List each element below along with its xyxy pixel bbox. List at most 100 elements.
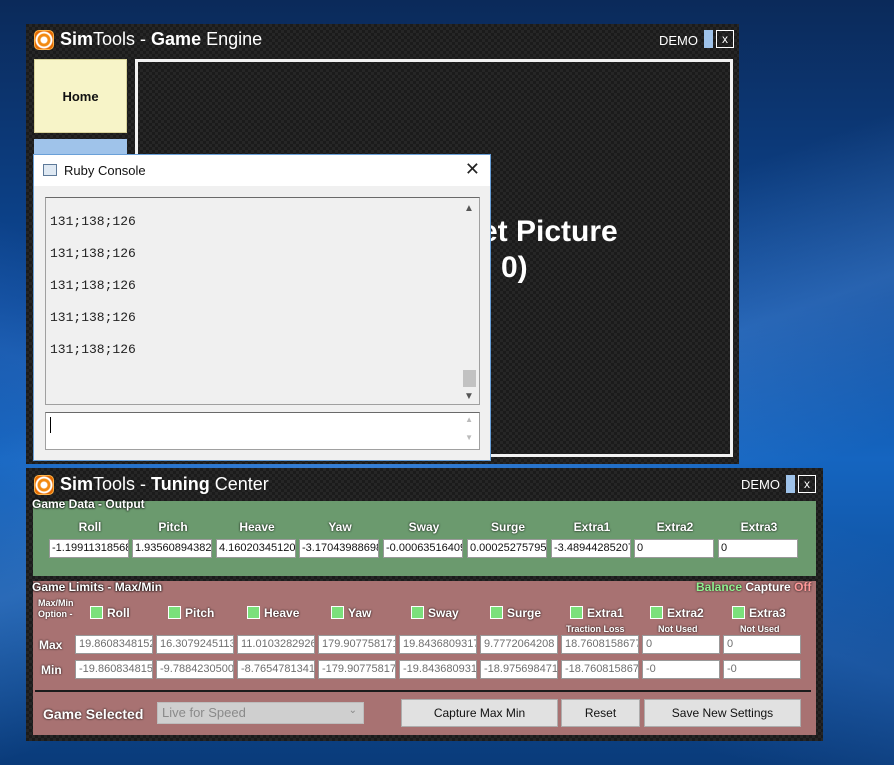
- min-roll[interactable]: -19.860834815: [75, 660, 153, 679]
- col-head-roll: Roll: [78, 520, 102, 534]
- checkbox-yaw[interactable]: [331, 606, 344, 619]
- max-extra3[interactable]: 0: [723, 635, 801, 654]
- balance-label: Balance: [696, 580, 743, 594]
- console-line: 131;138;126: [50, 342, 136, 357]
- checkbox-label-roll: Roll: [107, 606, 130, 620]
- maxmin-option-label-2: Option -: [38, 609, 73, 619]
- limits-section-label: Game Limits - Max/Min: [32, 580, 163, 594]
- title-tuning: Tuning: [151, 474, 210, 494]
- max-roll[interactable]: 19.8608348152: [75, 635, 153, 654]
- checkbox-label-surge: Surge: [507, 606, 542, 620]
- close-icon[interactable]: ✕: [465, 159, 480, 180]
- output-surge[interactable]: 0.00025275795: [467, 539, 547, 558]
- output-sway[interactable]: -0.00063516409: [383, 539, 463, 558]
- input-scroll-up-icon[interactable]: ▲: [465, 415, 473, 424]
- demo-label: DEMO: [741, 477, 780, 492]
- min-sway[interactable]: -19.843680931: [399, 660, 477, 679]
- scroll-down-icon[interactable]: ▼: [464, 391, 474, 402]
- max-yaw[interactable]: 179.907758171: [318, 635, 396, 654]
- game-select-dropdown[interactable]: Live for Speed ⌄: [157, 702, 364, 724]
- title-tools: Tools: [93, 474, 136, 494]
- checkbox-pitch[interactable]: [168, 606, 181, 619]
- console-line: 131;138;126: [50, 310, 136, 325]
- min-heave[interactable]: -8.7654781341: [237, 660, 315, 679]
- max-sway[interactable]: 19.8436809317: [399, 635, 477, 654]
- console-app-icon: [43, 164, 57, 176]
- chevron-down-icon: ⌄: [348, 705, 357, 716]
- console-scrollbar[interactable]: ▲ ▼: [461, 199, 478, 403]
- title-sim: Sim: [60, 474, 94, 494]
- checkbox-extra2[interactable]: [650, 606, 663, 619]
- max-pitch[interactable]: 16.3079245113: [156, 635, 234, 654]
- output-roll[interactable]: -1.19911318568: [49, 539, 129, 558]
- ruby-console-body: 131;138;126 131;138;126 131;138;126 131;…: [34, 186, 490, 460]
- text-caret: [50, 417, 51, 433]
- title-sep: -: [135, 474, 152, 494]
- close-button[interactable]: x: [716, 30, 734, 48]
- game-select-value: Live for Speed: [162, 705, 246, 720]
- balance-capture-status[interactable]: Balance Capture Off: [696, 580, 811, 594]
- min-surge[interactable]: -18.975698471: [480, 660, 558, 679]
- save-new-settings-button[interactable]: Save New Settings: [644, 699, 801, 727]
- col-head-sway: Sway: [408, 520, 440, 534]
- set-picture-text: et Picture 0): [481, 214, 618, 286]
- col-head-extra3: Extra3: [740, 520, 778, 534]
- title-center: Center: [209, 474, 269, 494]
- output-extra3[interactable]: 0: [718, 539, 798, 558]
- extra2-sublabel: Not Used: [658, 624, 698, 634]
- scroll-up-icon[interactable]: ▲: [464, 203, 474, 214]
- checkbox-label-sway: Sway: [428, 606, 459, 620]
- console-line: 131;138;126: [50, 246, 136, 261]
- max-surge[interactable]: 9.7772064208: [480, 635, 558, 654]
- demo-label: DEMO: [659, 33, 698, 48]
- game-selected-label: Game Selected: [43, 706, 144, 722]
- col-head-surge: Surge: [490, 520, 525, 534]
- checkbox-extra1[interactable]: [570, 606, 583, 619]
- min-extra1[interactable]: -18.760815867: [561, 660, 639, 679]
- tuning-title: SimTools - Tuning Center: [34, 474, 269, 495]
- checkbox-roll[interactable]: [90, 606, 103, 619]
- title-engine: Engine: [201, 29, 263, 49]
- set-picture-line1: et Picture: [481, 215, 618, 248]
- checkbox-heave[interactable]: [247, 606, 260, 619]
- reset-button[interactable]: Reset: [561, 699, 640, 727]
- capture-max-min-button[interactable]: Capture Max Min: [401, 699, 558, 727]
- checkbox-sway[interactable]: [411, 606, 424, 619]
- output-extra2[interactable]: 0: [634, 539, 714, 558]
- min-pitch[interactable]: -9.7884230500: [156, 660, 234, 679]
- output-heave[interactable]: 4.16020345120: [216, 539, 296, 558]
- home-button[interactable]: Home: [34, 59, 127, 133]
- output-yaw[interactable]: -3.17043988698: [299, 539, 379, 558]
- maxmin-option-label-1: Max/Min: [38, 598, 74, 608]
- close-button[interactable]: x: [798, 475, 816, 493]
- minimize-button[interactable]: [704, 30, 713, 48]
- min-extra3[interactable]: -0: [723, 660, 801, 679]
- input-scroll-down-icon[interactable]: ▼: [465, 433, 473, 442]
- min-extra2[interactable]: -0: [642, 660, 720, 679]
- col-head-yaw: Yaw: [328, 520, 352, 534]
- output-pitch[interactable]: 1.93560894382: [132, 539, 212, 558]
- max-extra2[interactable]: 0: [642, 635, 720, 654]
- min-yaw[interactable]: -179.90775817: [318, 660, 396, 679]
- checkbox-extra3[interactable]: [732, 606, 745, 619]
- max-row-label: Max: [39, 638, 63, 652]
- console-output[interactable]: 131;138;126 131;138;126 131;138;126 131;…: [45, 197, 480, 405]
- output-extra1[interactable]: -3.48944285207: [551, 539, 631, 558]
- scroll-thumb[interactable]: [463, 370, 476, 387]
- tuning-center-window: SimTools - Tuning Center DEMO x Game Dat…: [26, 468, 823, 741]
- title-sim: Sim: [60, 29, 94, 49]
- minimize-button[interactable]: [786, 475, 795, 493]
- title-sep: -: [135, 29, 152, 49]
- col-head-extra2: Extra2: [656, 520, 694, 534]
- engine-title: SimTools - Game Engine: [34, 29, 262, 50]
- checkbox-label-pitch: Pitch: [185, 606, 215, 620]
- console-input[interactable]: ▲ ▼: [45, 412, 480, 450]
- checkbox-label-yaw: Yaw: [348, 606, 372, 620]
- col-head-heave: Heave: [239, 520, 275, 534]
- checkbox-label-extra2: Extra2: [667, 606, 704, 620]
- simtools-logo-icon: [34, 474, 54, 495]
- max-heave[interactable]: 11.0103282926: [237, 635, 315, 654]
- checkbox-surge[interactable]: [490, 606, 503, 619]
- max-extra1[interactable]: 18.7608158677: [561, 635, 639, 654]
- capture-label: Capture: [745, 580, 791, 594]
